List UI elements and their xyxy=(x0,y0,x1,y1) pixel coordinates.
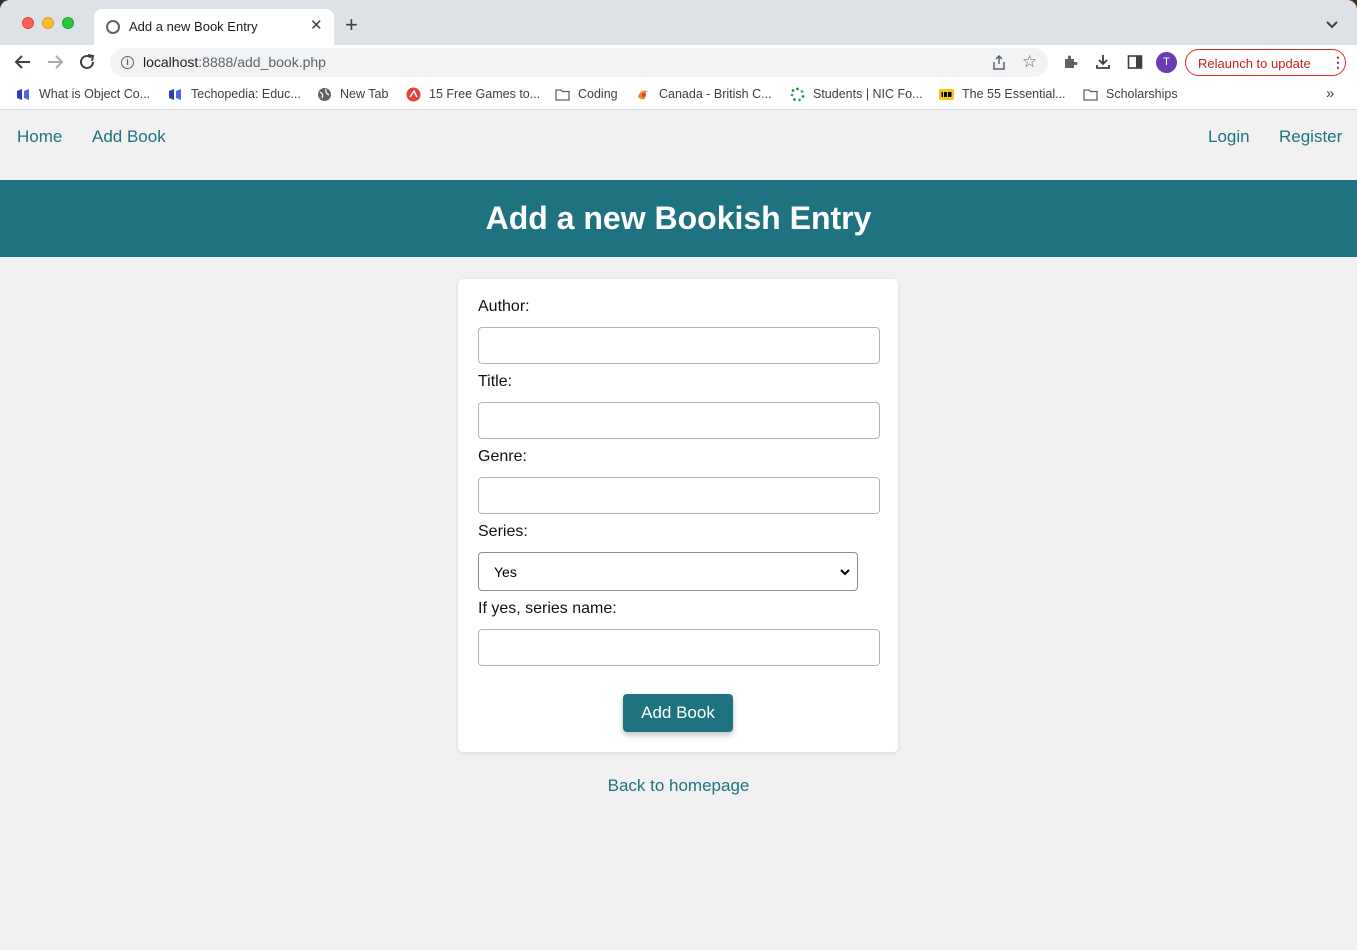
nav-add-book-link[interactable]: Add Book xyxy=(92,127,166,147)
web-page: Home Add Book Login Register Add a new B… xyxy=(0,111,1357,950)
extensions-puzzle-icon[interactable] xyxy=(1062,54,1078,70)
series-name-input[interactable] xyxy=(478,629,880,666)
tab-strip: Add a new Book Entry ✕ + xyxy=(0,0,1357,45)
orange-swirl-icon xyxy=(638,90,648,100)
back-to-homepage-link: Back to homepage xyxy=(0,776,1357,796)
profile-avatar[interactable]: T xyxy=(1156,52,1177,73)
chevron-down-icon xyxy=(840,569,850,576)
page-title: Add a new Bookish Entry xyxy=(485,200,872,236)
browser-tab[interactable]: Add a new Book Entry ✕ xyxy=(94,9,334,45)
series-label: Series: xyxy=(478,523,528,540)
title-input[interactable] xyxy=(478,402,880,439)
bookmark-star-icon[interactable]: ☆ xyxy=(1022,52,1037,72)
site-nav: Home Add Book Login Register xyxy=(0,111,1357,161)
reload-icon[interactable] xyxy=(78,53,96,71)
share-icon[interactable] xyxy=(992,55,1006,70)
series-name-label: If yes, series name: xyxy=(478,600,617,617)
folder-icon xyxy=(555,89,570,101)
author-label: Author: xyxy=(478,298,530,315)
favicon-icon xyxy=(106,20,120,34)
tab-search-chevron-icon[interactable] xyxy=(1325,18,1339,32)
side-panel-icon[interactable] xyxy=(1127,54,1143,70)
tab-close-icon[interactable]: ✕ xyxy=(310,17,323,35)
author-input[interactable] xyxy=(478,327,880,364)
browser-toolbar: i localhost:8888/add_book.php ☆ T Relaun… xyxy=(0,45,1357,80)
forward-arrow-icon[interactable] xyxy=(46,53,64,71)
nav-home-link[interactable]: Home xyxy=(17,127,62,147)
globe-icon xyxy=(318,88,331,101)
folder-icon xyxy=(1083,89,1098,101)
series-select-value: Yes xyxy=(494,564,517,580)
relaunch-update-button[interactable]: Relaunch to update ⋮ xyxy=(1185,49,1346,76)
browser-window: Add a new Book Entry ✕ + i localhost:888… xyxy=(0,0,1357,950)
bookmarks-bar: What is Object Co... Techopedia: Educ...… xyxy=(0,80,1357,110)
nav-login-link[interactable]: Login xyxy=(1208,127,1250,147)
blue-cube-icon xyxy=(17,89,29,100)
url-text: localhost:8888/add_book.php xyxy=(143,54,326,70)
tab-title: Add a new Book Entry xyxy=(129,19,258,34)
new-tab-button[interactable]: + xyxy=(345,14,358,36)
close-window-button[interactable] xyxy=(22,17,34,29)
address-bar[interactable]: i localhost:8888/add_book.php ☆ xyxy=(110,48,1048,77)
blue-cube-icon xyxy=(169,89,181,100)
site-info-icon[interactable]: i xyxy=(121,56,134,69)
nav-register-link[interactable]: Register xyxy=(1279,127,1342,147)
download-icon[interactable] xyxy=(1095,54,1111,70)
page-header-banner: Add a new Bookish Entry xyxy=(0,180,1357,257)
red-circle-icon xyxy=(406,87,421,102)
back-arrow-icon[interactable] xyxy=(14,53,32,71)
relaunch-label: Relaunch to update xyxy=(1198,56,1311,71)
title-label: Title: xyxy=(478,373,513,390)
maximize-window-button[interactable] xyxy=(62,17,74,29)
series-select[interactable]: Yes xyxy=(478,552,858,591)
minimize-window-button[interactable] xyxy=(42,17,54,29)
imdb-icon xyxy=(939,89,954,100)
back-to-homepage-anchor[interactable]: Back to homepage xyxy=(608,776,750,795)
more-bookmarks-icon[interactable]: » xyxy=(1326,85,1334,102)
add-book-form: Author: Title: Genre: Series: Yes If yes… xyxy=(458,279,898,752)
genre-input[interactable] xyxy=(478,477,880,514)
genre-label: Genre: xyxy=(478,448,527,465)
add-book-button[interactable]: Add Book xyxy=(623,694,733,732)
dots-loader-icon xyxy=(790,87,805,102)
more-menu-icon[interactable]: ⋮ xyxy=(1331,54,1345,70)
